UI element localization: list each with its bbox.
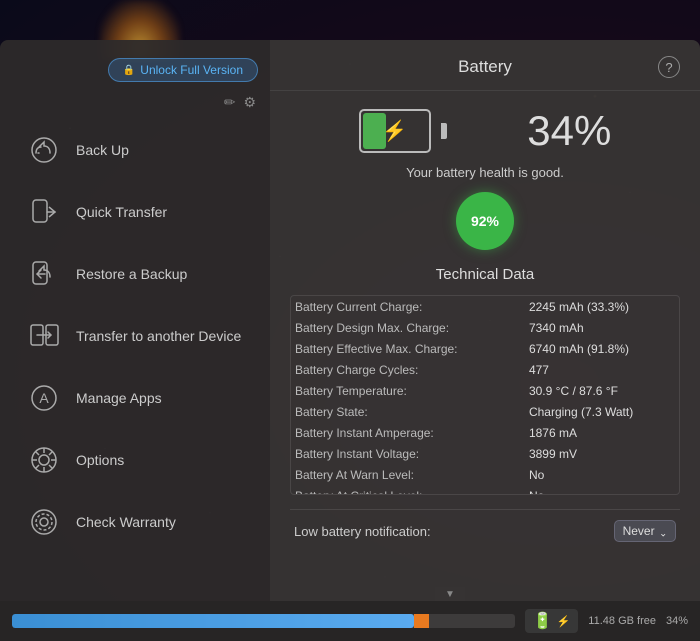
technical-data-wrapper[interactable]: Battery Current Charge:2245 mAh (33.3%)B… xyxy=(290,295,680,495)
help-button[interactable]: ? xyxy=(658,56,680,78)
battery-section: ⚡ 34% xyxy=(290,107,680,155)
bottom-battery-widget: 🔋 ⚡ xyxy=(525,609,579,633)
tech-value: 7340 mAh xyxy=(525,317,679,338)
battery-health-text: Your battery health is good. xyxy=(290,165,680,180)
sidebar-item-options[interactable]: Options xyxy=(6,429,264,491)
options-label: Options xyxy=(76,452,124,468)
main-panel: Battery ? ⚡ 34% Your battery health xyxy=(270,40,700,601)
options-icon xyxy=(26,442,62,478)
technical-data-title: Technical Data xyxy=(290,266,680,283)
warranty-icon xyxy=(26,504,62,540)
table-row: Battery Effective Max. Charge:6740 mAh (… xyxy=(291,338,679,359)
unlock-button[interactable]: 🔒 Unlock Full Version xyxy=(108,58,258,82)
check-warranty-label: Check Warranty xyxy=(76,514,176,530)
table-row: Battery Instant Voltage:3899 mV xyxy=(291,443,679,464)
panel-content: ⚡ 34% Your battery health is good. 92% T… xyxy=(270,91,700,601)
tech-label: Battery State: xyxy=(291,401,525,422)
battery-icon-display: ⚡ xyxy=(359,109,439,153)
sidebar-item-quick-transfer[interactable]: Quick Transfer xyxy=(6,181,264,243)
quick-transfer-label: Quick Transfer xyxy=(76,204,167,220)
restore-icon xyxy=(26,256,62,292)
sidebar-item-back-up[interactable]: Back Up xyxy=(6,119,264,181)
sidebar-item-check-warranty[interactable]: Check Warranty xyxy=(6,491,264,553)
tech-label: Battery Effective Max. Charge: xyxy=(291,338,525,359)
table-row: Battery Current Charge:2245 mAh (33.3%) xyxy=(291,296,679,317)
sidebar-tools: ✏ ⚙ xyxy=(0,90,270,119)
health-percent: 92% xyxy=(471,213,499,229)
tech-label: Battery Instant Voltage: xyxy=(291,443,525,464)
lock-icon: 🔒 xyxy=(123,65,135,76)
panel-scroll-indicator: ▼ xyxy=(435,587,465,601)
tech-value: No xyxy=(525,464,679,485)
sidebar: 🔒 Unlock Full Version ✏ ⚙ Back Up xyxy=(0,40,270,601)
battery-body: ⚡ xyxy=(359,109,431,153)
tech-label: Battery At Critical Level: xyxy=(291,485,525,495)
app-container: 🔒 Unlock Full Version ✏ ⚙ Back Up xyxy=(0,40,700,601)
table-row: Battery At Warn Level:No xyxy=(291,464,679,485)
tech-value: 3899 mV xyxy=(525,443,679,464)
tech-value: No xyxy=(525,485,679,495)
bottom-battery-bolt: ⚡ xyxy=(557,615,571,628)
storage-free-text: 11.48 GB free xyxy=(588,615,656,627)
tech-label: Battery Temperature: xyxy=(291,380,525,401)
sidebar-item-manage-apps[interactable]: A Manage Apps xyxy=(6,367,264,429)
notification-label: Low battery notification: xyxy=(294,524,431,539)
sidebar-header: 🔒 Unlock Full Version xyxy=(0,50,270,90)
battery-percent: 34% xyxy=(527,107,611,155)
restore-backup-label: Restore a Backup xyxy=(76,266,187,282)
svg-text:A: A xyxy=(39,390,49,406)
tech-value: 2245 mAh (33.3%) xyxy=(525,296,679,317)
quick-transfer-icon xyxy=(26,194,62,230)
storage-percent-text: 34% xyxy=(666,615,688,627)
unlock-label: Unlock Full Version xyxy=(140,63,243,77)
tech-label: Battery Charge Cycles: xyxy=(291,359,525,380)
sidebar-item-restore-backup[interactable]: Restore a Backup xyxy=(6,243,264,305)
tech-label: Battery Current Charge: xyxy=(291,296,525,317)
tech-label: Battery At Warn Level: xyxy=(291,464,525,485)
battery-health-circle: 92% xyxy=(456,192,514,250)
table-row: Battery State:Charging (7.3 Watt) xyxy=(291,401,679,422)
storage-fill-orange xyxy=(414,614,429,628)
chevron-down-icon: ⌃ xyxy=(659,526,667,537)
storage-fill-blue xyxy=(12,614,414,628)
manage-apps-icon: A xyxy=(26,380,62,416)
table-row: Battery Instant Amperage:1876 mA xyxy=(291,422,679,443)
tech-value: 30.9 °C / 87.6 °F xyxy=(525,380,679,401)
sidebar-item-transfer-device[interactable]: Transfer to another Device xyxy=(6,305,264,367)
table-row: Battery At Critical Level:No xyxy=(291,485,679,495)
tech-value: 1876 mA xyxy=(525,422,679,443)
tech-value: Charging (7.3 Watt) xyxy=(525,401,679,422)
battery-bolt-icon: ⚡ xyxy=(382,119,407,144)
manage-apps-label: Manage Apps xyxy=(76,390,162,406)
notification-row: Low battery notification: Never ⌃ xyxy=(290,509,680,546)
tech-value: 6740 mAh (91.8%) xyxy=(525,338,679,359)
tech-label: Battery Instant Amperage: xyxy=(291,422,525,443)
bottom-battery-icon: 🔋 xyxy=(533,611,553,631)
battery-tip xyxy=(441,123,447,139)
notification-select[interactable]: Never ⌃ xyxy=(614,520,676,542)
tech-value: 477 xyxy=(525,359,679,380)
gear-icon[interactable]: ⚙ xyxy=(243,94,256,111)
table-row: Battery Temperature:30.9 °C / 87.6 °F xyxy=(291,380,679,401)
bottom-bar: 🔋 ⚡ 11.48 GB free 34% xyxy=(0,601,700,641)
transfer-device-icon xyxy=(26,318,62,354)
nav-items: Back Up Quick Transfer xyxy=(0,119,270,601)
edit-icon[interactable]: ✏ xyxy=(224,94,236,111)
storage-progress-bar xyxy=(12,614,515,628)
table-row: Battery Design Max. Charge:7340 mAh xyxy=(291,317,679,338)
backup-icon xyxy=(26,132,62,168)
tech-label: Battery Design Max. Charge: xyxy=(291,317,525,338)
back-up-label: Back Up xyxy=(76,142,129,158)
notification-value: Never xyxy=(623,524,655,538)
panel-header: Battery ? xyxy=(270,40,700,91)
panel-title: Battery xyxy=(312,57,658,77)
transfer-device-label: Transfer to another Device xyxy=(76,328,241,344)
technical-data-table: Battery Current Charge:2245 mAh (33.3%)B… xyxy=(291,296,679,495)
table-row: Battery Charge Cycles:477 xyxy=(291,359,679,380)
